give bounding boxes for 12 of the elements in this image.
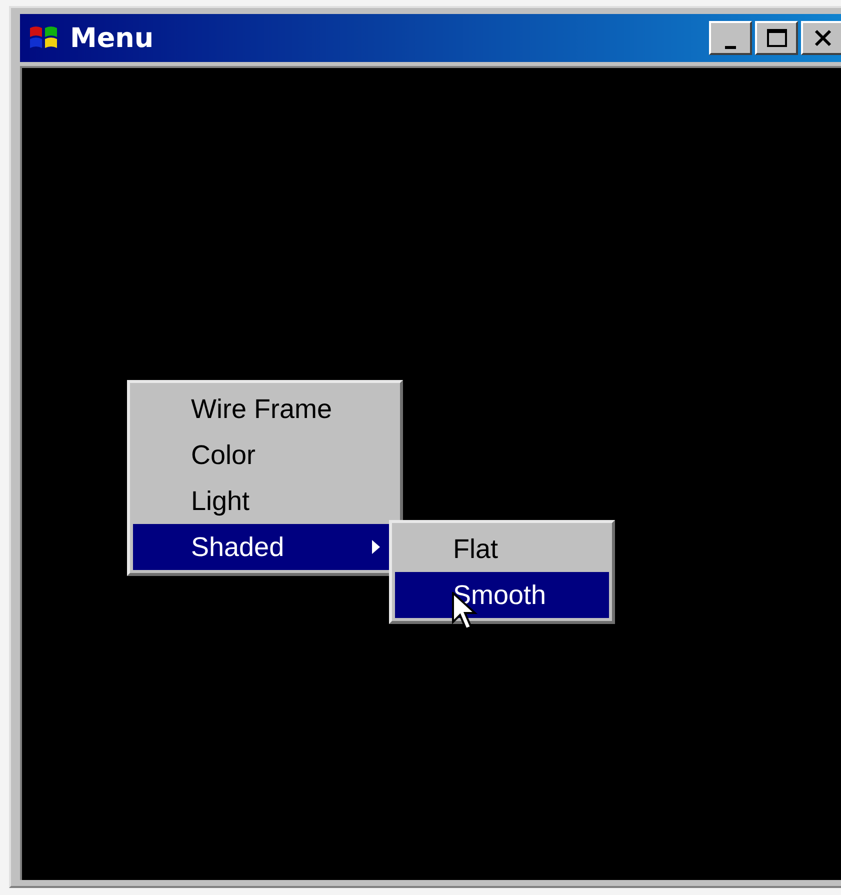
menu-item[interactable]: Color [133, 432, 397, 478]
menu-item[interactable]: Light [133, 478, 397, 524]
menu-item[interactable]: Smooth [395, 572, 609, 618]
menu-item[interactable]: Flat [395, 526, 609, 572]
minimize-icon [725, 46, 736, 48]
window-title: Menu [70, 22, 155, 54]
close-button[interactable] [801, 21, 841, 55]
close-icon [812, 28, 832, 48]
menu-item[interactable]: Wire Frame [133, 386, 397, 432]
maximize-button[interactable] [755, 21, 798, 55]
maximize-icon [766, 28, 788, 48]
minimize-button[interactable] [709, 21, 752, 55]
